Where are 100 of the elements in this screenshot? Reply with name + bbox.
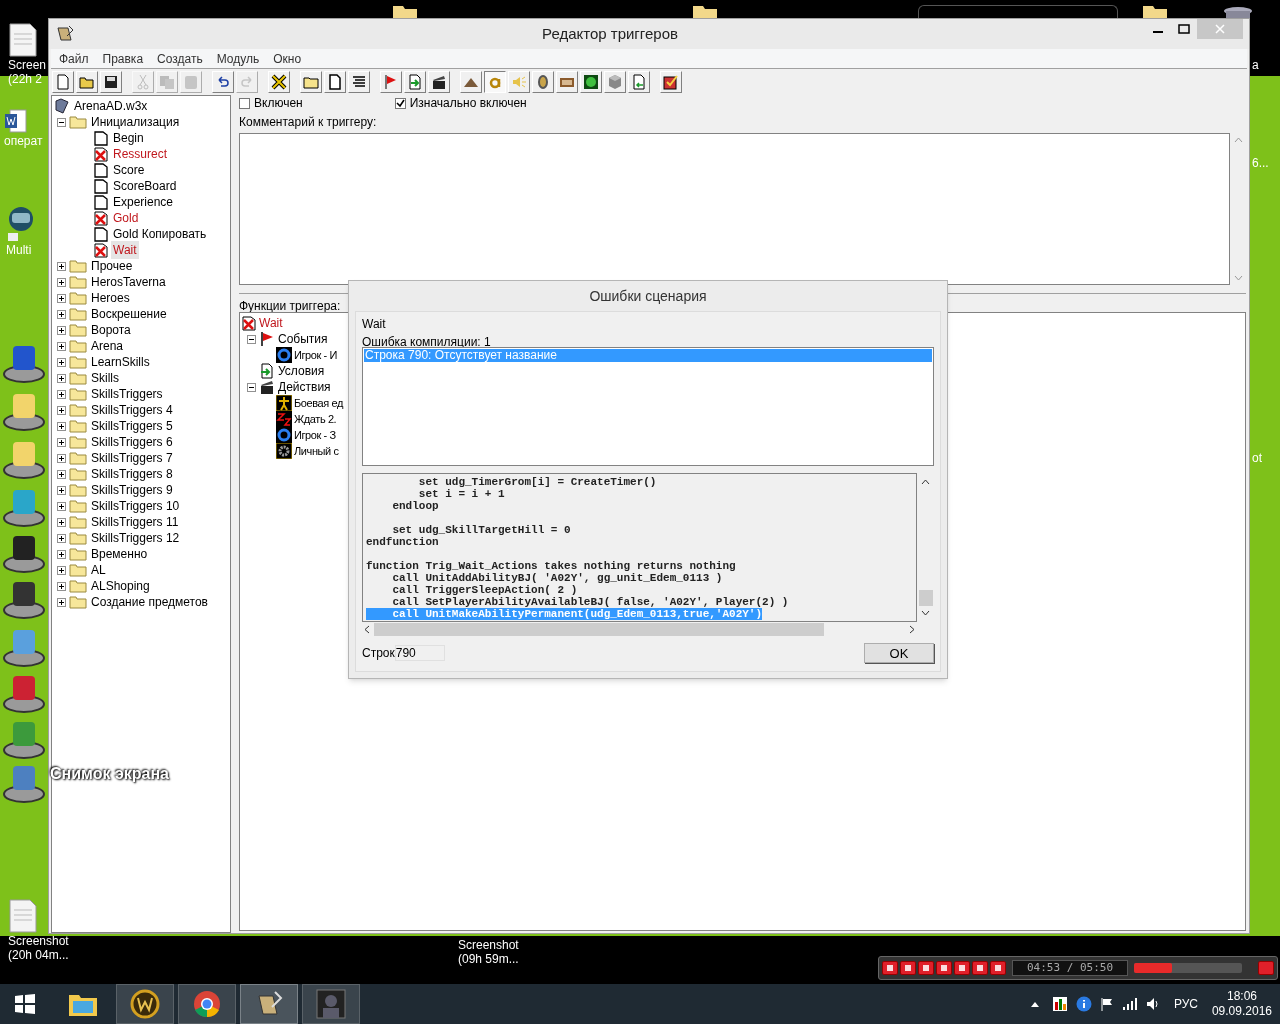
expand-toggle[interactable] [57, 485, 66, 495]
collapse-toggle[interactable] [57, 117, 66, 127]
expand-toggle[interactable] [57, 517, 66, 527]
expand-toggle[interactable] [57, 453, 66, 463]
comment-field[interactable] [239, 133, 1230, 285]
tree-item[interactable]: SkillsTriggers 7 [90, 449, 174, 467]
tree-item[interactable]: Ждать 2. [294, 410, 337, 428]
player-button[interactable] [954, 961, 970, 975]
tree-item[interactable]: Действия [278, 378, 331, 396]
tree-item[interactable]: ALShoping [90, 577, 151, 595]
expand-toggle[interactable] [57, 357, 66, 367]
caret-left-icon[interactable] [364, 625, 370, 634]
tree-item[interactable]: Временно [90, 545, 149, 563]
player-button[interactable] [936, 961, 952, 975]
tree-item[interactable]: SkillsTriggers 9 [90, 481, 174, 499]
player-button[interactable] [900, 961, 916, 975]
bar-chart-icon[interactable] [1051, 996, 1068, 1012]
expand-toggle[interactable] [57, 261, 66, 271]
expand-toggle[interactable] [57, 325, 66, 335]
tree-item[interactable]: SkillsTriggers 12 [90, 529, 181, 547]
caret-right-icon[interactable] [909, 625, 915, 634]
tree-item[interactable]: SkillsTriggers 4 [90, 401, 174, 419]
tree-item[interactable]: События [278, 330, 328, 348]
tree-item[interactable]: Begin [111, 129, 146, 147]
tree-item[interactable]: Игрок - И [294, 346, 338, 364]
caret-up-icon[interactable] [921, 479, 930, 485]
tree-item[interactable]: SkillsTriggers 10 [90, 497, 181, 515]
line-number-field[interactable]: 790 [394, 645, 445, 661]
tree-item[interactable]: SkillsTriggers 8 [90, 465, 174, 483]
tree-item[interactable]: Gold [111, 209, 141, 227]
menu-item[interactable]: Окно [273, 49, 302, 68]
tree-item[interactable]: Skills [90, 369, 120, 387]
expand-toggle[interactable] [57, 309, 66, 319]
tree-item[interactable]: Score [111, 161, 147, 179]
tree-item[interactable]: Ворота [90, 321, 132, 339]
volume-slider[interactable] [1134, 963, 1242, 973]
expand-toggle[interactable] [57, 405, 66, 415]
tree-item[interactable]: Создание предметов [90, 593, 209, 611]
tree-item[interactable]: Боевая ед [294, 394, 343, 412]
menu-item[interactable]: Файл [59, 49, 89, 68]
expand-toggle[interactable] [57, 549, 66, 559]
tree-item[interactable]: AL [90, 561, 107, 579]
scrollbar-thumb[interactable] [374, 623, 824, 636]
taskbar-app[interactable] [178, 984, 236, 1024]
caret-down-icon[interactable] [921, 610, 930, 616]
flag-icon[interactable] [1099, 997, 1114, 1011]
tree-item[interactable]: Условия [278, 362, 325, 380]
tree-item[interactable]: Gold Копировать [111, 225, 209, 243]
player-button[interactable] [972, 961, 988, 975]
checkbox[interactable] [239, 97, 250, 109]
expand-toggle[interactable] [57, 501, 66, 511]
language-indicator[interactable]: РУС [1173, 995, 1198, 1013]
expand-toggle[interactable] [57, 581, 66, 591]
tree-item[interactable]: LearnSkills [90, 353, 151, 371]
expand-toggle[interactable] [57, 389, 66, 399]
tree-item[interactable]: HerosTaverna [90, 273, 167, 291]
tree-item[interactable]: Прочее [90, 257, 134, 275]
signal-bars-icon[interactable] [1121, 997, 1138, 1011]
tree-item[interactable]: ScoreBoard [111, 177, 179, 195]
tree-item[interactable]: SkillsTriggers [90, 385, 164, 403]
player-button[interactable] [990, 961, 1006, 975]
tree-item[interactable]: Игрок - З [294, 426, 336, 444]
tree-item[interactable]: Воскрешение [90, 305, 168, 323]
tree-item[interactable]: Experience [111, 193, 176, 211]
tree-item[interactable]: Wait [259, 314, 283, 332]
tree-item[interactable]: Личный с [294, 442, 339, 460]
tree-item[interactable]: Heroes [90, 289, 131, 307]
expand-toggle[interactable] [57, 341, 66, 351]
tree-item[interactable]: Wait [111, 241, 139, 259]
tree-item[interactable]: Arena [90, 337, 125, 355]
taskbar-app[interactable] [240, 984, 298, 1024]
expand-toggle[interactable] [57, 373, 66, 383]
tree-item[interactable]: ArenaAD.w3x [73, 97, 149, 115]
info-icon[interactable] [1075, 996, 1092, 1012]
menu-item[interactable]: Создать [157, 49, 203, 68]
checkbox[interactable] [394, 97, 406, 109]
ok-button[interactable]: OK [864, 643, 934, 663]
document-icon[interactable] [8, 22, 38, 58]
taskbar-app[interactable] [116, 984, 174, 1024]
collapse-toggle[interactable] [247, 334, 256, 344]
expand-toggle[interactable] [57, 277, 66, 287]
horizontal-scrollbar[interactable] [362, 622, 917, 637]
expand-toggle[interactable] [57, 293, 66, 303]
scrollbar-thumb[interactable] [918, 590, 933, 606]
expand-toggle[interactable] [57, 565, 66, 575]
tree-item[interactable]: SkillsTriggers 5 [90, 417, 174, 435]
menu-item[interactable]: Правка [102, 49, 144, 68]
menu-item[interactable]: Модуль [216, 49, 260, 68]
tree-item[interactable]: Ressurect [111, 145, 170, 163]
player-button[interactable] [918, 961, 934, 975]
expand-toggle[interactable] [57, 533, 66, 543]
caret-up-icon[interactable] [1029, 1000, 1040, 1008]
expand-toggle[interactable] [57, 421, 66, 431]
tree-item[interactable]: SkillsTriggers 6 [90, 433, 174, 451]
document-icon[interactable] [4, 108, 28, 134]
expand-toggle[interactable] [57, 469, 66, 479]
expand-toggle[interactable] [57, 597, 66, 607]
player-button[interactable] [882, 961, 898, 975]
tree-item[interactable]: Инициализация [90, 113, 181, 131]
collapse-toggle[interactable] [247, 382, 256, 392]
